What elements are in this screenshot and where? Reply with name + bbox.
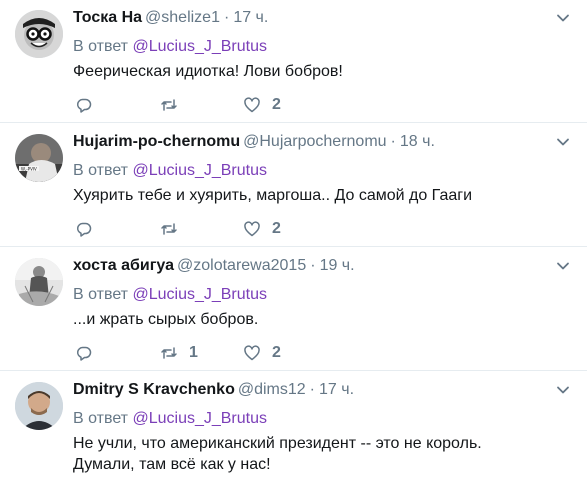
username[interactable]: @zolotarewa2015 bbox=[177, 257, 306, 274]
tweet[interactable]: хоста абигуа @zolotarewa2015 · 19 ч. В отве… bbox=[0, 248, 587, 371]
avatar-image bbox=[15, 258, 63, 306]
mention-link[interactable]: @Lucius_J_Brutus bbox=[132, 162, 267, 179]
username[interactable]: @shelize1 bbox=[145, 9, 220, 26]
tweet-text: ...и жрать сырых бобров. bbox=[73, 311, 259, 328]
display-name[interactable]: Hujarim-po-chernomu bbox=[73, 133, 240, 150]
display-name[interactable]: Тоска На bbox=[73, 9, 142, 26]
chevron-down-icon[interactable] bbox=[555, 10, 571, 26]
separator-dot: · bbox=[309, 381, 315, 398]
reply-prefix: В ответ bbox=[73, 38, 129, 55]
tweet-text: Не учли, что американский президент -- э… bbox=[73, 433, 573, 475]
reply-prefix: В ответ bbox=[73, 410, 129, 427]
separator-dot: · bbox=[390, 133, 396, 150]
separator-dot: · bbox=[310, 257, 316, 274]
tweet[interactable]: Тоска На @shelize1 · 17 ч. В ответ @Lucius_… bbox=[0, 0, 587, 123]
timestamp[interactable]: 18 ч. bbox=[400, 133, 435, 150]
avatar-image bbox=[15, 382, 63, 430]
reply-context: В ответ @Lucius_J_Brutus bbox=[73, 285, 267, 305]
tweet[interactable]: Dmitry S Kravchenko @dims12 · 17 ч. В ответ… bbox=[0, 372, 587, 479]
timestamp[interactable]: 19 ч. bbox=[320, 257, 355, 274]
retweet-button[interactable] bbox=[160, 94, 189, 116]
reply-button[interactable] bbox=[75, 94, 93, 116]
username[interactable]: @dims12 bbox=[238, 381, 306, 398]
avatar[interactable]: W,-PVIV bbox=[15, 134, 63, 182]
retweet-button[interactable] bbox=[160, 218, 189, 240]
reply-context: В ответ @Lucius_J_Brutus bbox=[73, 409, 267, 429]
username[interactable]: @Hujarpochernomu bbox=[243, 133, 386, 150]
reply-context: В ответ @Lucius_J_Brutus bbox=[73, 37, 267, 57]
reply-button[interactable] bbox=[75, 218, 93, 240]
chevron-down-icon[interactable] bbox=[555, 382, 571, 398]
tweet-header: Hujarim-po-chernomu @Hujarpochernomu · 18 ч… bbox=[73, 132, 573, 152]
tweet-text-line: Не учли, что американский президент -- э… bbox=[73, 435, 482, 452]
tweet-text-line: Думали, там всё как у нас! bbox=[73, 456, 271, 473]
timestamp[interactable]: 17 ч. bbox=[319, 381, 354, 398]
heart-icon bbox=[244, 221, 260, 237]
chevron-down-icon[interactable] bbox=[555, 258, 571, 274]
like-count: 2 bbox=[272, 96, 281, 113]
chevron-down-icon[interactable] bbox=[555, 134, 571, 150]
reply-icon bbox=[77, 222, 92, 237]
heart-icon bbox=[244, 97, 260, 113]
reply-prefix: В ответ bbox=[73, 286, 129, 303]
tweet-text: Феерическая идиотка! Лови бобров! bbox=[73, 63, 343, 80]
mention-link[interactable]: @Lucius_J_Brutus bbox=[132, 286, 267, 303]
tweet-feed: Тоска На @shelize1 · 17 ч. В ответ @Lucius_… bbox=[0, 0, 587, 479]
reply-icon bbox=[77, 346, 92, 361]
reply-button[interactable] bbox=[75, 342, 93, 364]
mention-link[interactable]: @Lucius_J_Brutus bbox=[132, 410, 267, 427]
display-name[interactable]: хоста абигуа bbox=[73, 257, 174, 274]
svg-text:W,-PVIV: W,-PVIV bbox=[21, 167, 37, 172]
tweet-actions: 2 bbox=[73, 218, 313, 240]
avatar-image: W,-PVIV bbox=[15, 134, 63, 182]
heart-icon bbox=[244, 345, 260, 361]
avatar[interactable] bbox=[15, 258, 63, 306]
reply-context: В ответ @Lucius_J_Brutus bbox=[73, 161, 267, 181]
reply-icon bbox=[77, 98, 92, 113]
retweet-button[interactable]: 1 bbox=[160, 342, 198, 364]
tweet-header: Dmitry S Kravchenko @dims12 · 17 ч. bbox=[73, 380, 573, 400]
separator-dot: · bbox=[223, 9, 230, 26]
mention-link[interactable]: @Lucius_J_Brutus bbox=[132, 38, 267, 55]
retweet-icon bbox=[161, 223, 177, 235]
like-count: 2 bbox=[272, 220, 281, 237]
tweet-actions: 1 2 bbox=[73, 342, 313, 364]
avatar-image bbox=[15, 10, 63, 58]
avatar[interactable] bbox=[15, 382, 63, 430]
avatar[interactable] bbox=[15, 10, 63, 58]
like-button[interactable]: 2 bbox=[243, 94, 281, 116]
display-name[interactable]: Dmitry S Kravchenko bbox=[73, 381, 235, 398]
timestamp[interactable]: 17 ч. bbox=[233, 9, 268, 26]
tweet-header: хоста абигуа @zolotarewa2015 · 19 ч. bbox=[73, 256, 573, 276]
tweet-text: Хуярить тебе и хуярить, маргоша.. До сам… bbox=[73, 187, 473, 204]
tweet-actions: 2 bbox=[73, 94, 313, 116]
reply-prefix: В ответ bbox=[73, 162, 129, 179]
tweet-header: Тоска На @shelize1 · 17 ч. bbox=[73, 8, 573, 28]
like-count: 2 bbox=[272, 344, 281, 361]
retweet-count: 1 bbox=[189, 344, 198, 361]
like-button[interactable]: 2 bbox=[243, 342, 281, 364]
like-button[interactable]: 2 bbox=[243, 218, 281, 240]
tweet[interactable]: W,-PVIV Hujarim-po-chernomu @Hujarpochern… bbox=[0, 124, 587, 247]
retweet-icon bbox=[161, 99, 177, 111]
retweet-icon bbox=[161, 347, 177, 359]
